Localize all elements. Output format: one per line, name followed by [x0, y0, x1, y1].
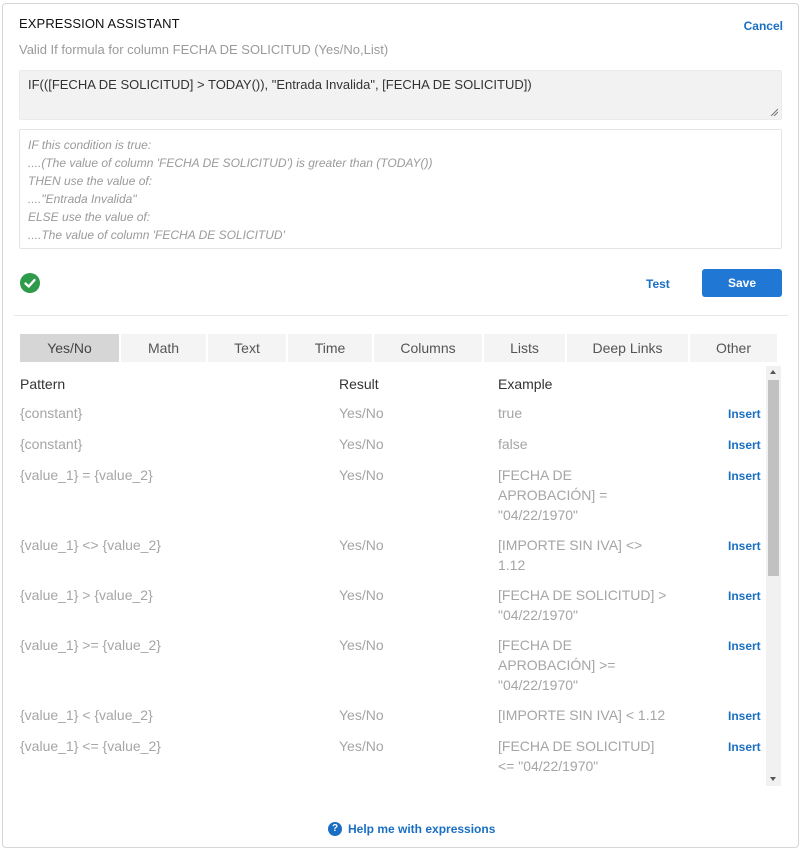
table-scrollbar[interactable]	[766, 366, 781, 786]
result-cell: Yes/No	[339, 707, 384, 723]
resize-grip-icon[interactable]	[770, 108, 778, 116]
header-example: Example	[498, 376, 553, 392]
dialog-title: EXPRESSION ASSISTANT	[19, 16, 180, 31]
result-cell: Yes/No	[339, 467, 384, 483]
result-cell: Yes/No	[339, 436, 384, 452]
pattern-cell: {value_1} <= {value_2}	[20, 738, 161, 754]
example-cell: [FECHA DE SOLICITUD] > "04/22/1970"	[498, 585, 666, 625]
example-cell: [FECHA DE APROBACIÓN] >= "04/22/1970"	[498, 635, 615, 695]
header-pattern: Pattern	[20, 376, 66, 392]
pattern-cell: {constant}	[20, 436, 83, 452]
tab-lists[interactable]: Lists	[484, 334, 565, 362]
pattern-cell: {value_1} > {value_2}	[20, 587, 153, 603]
example-line: [FECHA DE SOLICITUD]	[498, 738, 655, 754]
explanation-line: THEN use the value of:	[28, 174, 153, 188]
example-line: [IMPORTE SIN IVA] <>	[498, 537, 643, 553]
example-line: "04/22/1970"	[498, 507, 579, 523]
tab-text[interactable]: Text	[208, 334, 286, 362]
example-line: [FECHA DE SOLICITUD] >	[498, 587, 667, 603]
help-link[interactable]: ? Help me with expressions	[328, 822, 495, 836]
insert-link[interactable]: Insert	[728, 539, 761, 553]
result-cell: Yes/No	[339, 587, 384, 603]
result-cell: Yes/No	[339, 738, 384, 754]
formula-explanation: IF this condition is true: ....(The valu…	[19, 129, 782, 249]
tab-columns[interactable]: Columns	[374, 334, 482, 362]
test-button[interactable]: Test	[646, 277, 670, 291]
tab-yes-no[interactable]: Yes/No	[20, 334, 119, 362]
category-tabs: Yes/No Math Text Time Columns Lists Deep…	[20, 334, 777, 362]
check-circle-icon	[20, 273, 40, 293]
divider	[14, 315, 788, 316]
cancel-button[interactable]: Cancel	[744, 19, 783, 33]
tab-math[interactable]: Math	[121, 334, 206, 362]
formula-input[interactable]: IF(([FECHA DE SOLICITUD] > TODAY()), "En…	[19, 70, 782, 120]
pattern-cell: {value_1} < {value_2}	[20, 707, 153, 723]
example-cell: [IMPORTE SIN IVA] < 1.12	[498, 705, 665, 725]
pattern-cell: {constant}	[20, 405, 83, 421]
example-line: true	[498, 405, 523, 421]
example-cell: false	[498, 434, 528, 454]
insert-link[interactable]: Insert	[728, 469, 761, 483]
formula-text: IF(([FECHA DE SOLICITUD] > TODAY()), "En…	[28, 77, 532, 92]
result-cell: Yes/No	[339, 405, 384, 421]
example-line: [IMPORTE SIN IVA] < 1.12	[498, 707, 666, 723]
help-label: Help me with expressions	[348, 822, 496, 836]
tab-deep-links[interactable]: Deep Links	[567, 334, 688, 362]
pattern-cell: {value_1} <> {value_2}	[20, 537, 161, 553]
example-line: "04/22/1970"	[498, 607, 579, 623]
scrollbar-thumb[interactable]	[768, 380, 779, 576]
insert-link[interactable]: Insert	[728, 407, 761, 421]
explanation-line: ....(The value of column 'FECHA DE SOLIC…	[28, 156, 433, 170]
pattern-cell: {value_1} = {value_2}	[20, 467, 153, 483]
insert-link[interactable]: Insert	[728, 639, 761, 653]
explanation-line: ....The value of column 'FECHA DE SOLICI…	[28, 228, 285, 242]
example-line: [FECHA DE	[498, 637, 572, 653]
example-cell: [IMPORTE SIN IVA] <> 1.12	[498, 535, 642, 575]
pattern-cell: {value_1} >= {value_2}	[20, 637, 161, 653]
insert-link[interactable]: Insert	[728, 709, 761, 723]
tab-time[interactable]: Time	[288, 334, 372, 362]
scroll-up-icon[interactable]	[770, 370, 776, 374]
example-line: "04/22/1970"	[498, 677, 579, 693]
dialog-subtitle: Valid If formula for column FECHA DE SOL…	[19, 42, 389, 57]
scroll-down-icon[interactable]	[770, 777, 776, 781]
example-line: APROBACIÓN] >=	[498, 657, 616, 673]
explanation-line: ...."Entrada Invalida"	[28, 192, 137, 206]
example-cell: true	[498, 403, 522, 423]
insert-link[interactable]: Insert	[728, 589, 761, 603]
example-cell: [FECHA DE APROBACIÓN] = "04/22/1970"	[498, 465, 607, 525]
example-line: <= "04/22/1970"	[498, 758, 599, 774]
explanation-line: IF this condition is true:	[28, 138, 152, 152]
example-line: APROBACIÓN] =	[498, 487, 608, 503]
result-cell: Yes/No	[339, 637, 384, 653]
save-button[interactable]: Save	[702, 269, 782, 297]
insert-link[interactable]: Insert	[728, 740, 761, 754]
tab-other[interactable]: Other	[690, 334, 777, 362]
header-result: Result	[339, 376, 379, 392]
explanation-line: ELSE use the value of:	[28, 210, 151, 224]
result-cell: Yes/No	[339, 537, 384, 553]
insert-link[interactable]: Insert	[728, 438, 761, 452]
example-line: [FECHA DE	[498, 467, 572, 483]
example-line: false	[498, 436, 528, 452]
example-line: 1.12	[498, 557, 526, 573]
question-circle-icon: ?	[328, 822, 342, 836]
example-cell: [FECHA DE SOLICITUD] <= "04/22/1970"	[498, 736, 654, 776]
